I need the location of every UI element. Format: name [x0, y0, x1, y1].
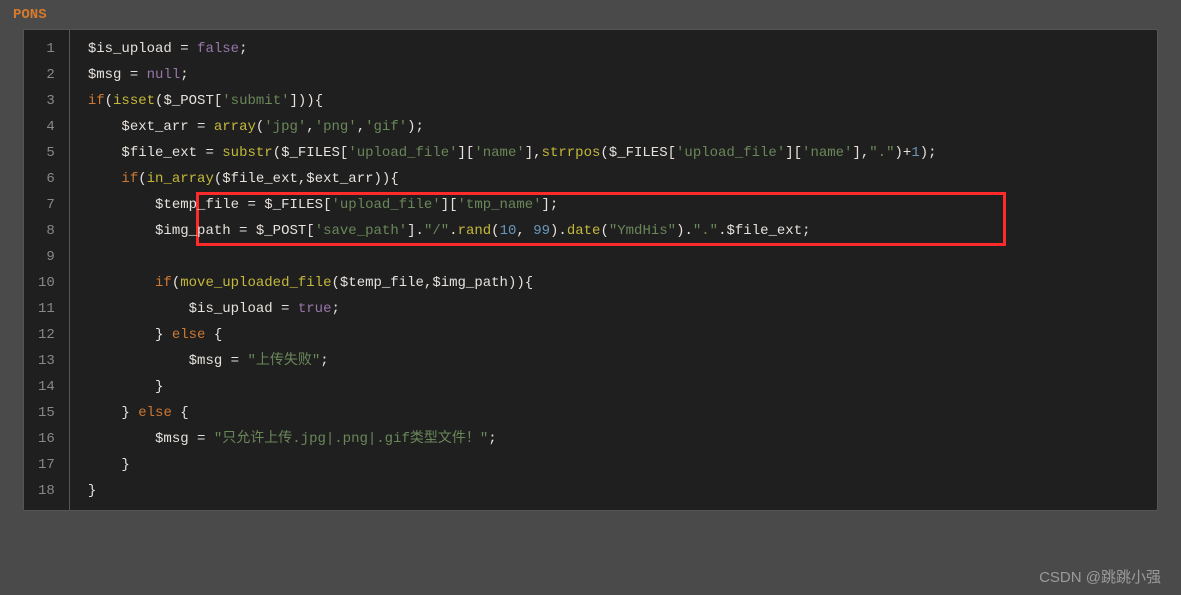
code-line: $file_ext = substr($_FILES['upload_file'… — [70, 140, 1157, 166]
code-area: $is_upload = false;$msg = null;if(isset(… — [70, 30, 1157, 510]
line-number: 16 — [24, 426, 69, 452]
line-number: 7 — [24, 192, 69, 218]
line-number: 13 — [24, 348, 69, 374]
line-number: 9 — [24, 244, 69, 270]
code-line: $img_path = $_POST['save_path']."/".rand… — [70, 218, 1157, 244]
code-line: if(move_uploaded_file($temp_file,$img_pa… — [70, 270, 1157, 296]
page-title: PONS — [5, 5, 1176, 25]
line-number: 14 — [24, 374, 69, 400]
line-number: 3 — [24, 88, 69, 114]
code-line: } else { — [70, 322, 1157, 348]
code-line: $msg = "上传失败"; — [70, 348, 1157, 374]
line-number: 4 — [24, 114, 69, 140]
code-line: if(in_array($file_ext,$ext_arr)){ — [70, 166, 1157, 192]
code-line: $temp_file = $_FILES['upload_file']['tmp… — [70, 192, 1157, 218]
code-line: $is_upload = true; — [70, 296, 1157, 322]
line-number-gutter: 123456789101112131415161718 — [24, 30, 70, 510]
line-number: 12 — [24, 322, 69, 348]
code-line: } — [70, 374, 1157, 400]
code-line: $msg = null; — [70, 62, 1157, 88]
code-line: $ext_arr = array('jpg','png','gif'); — [70, 114, 1157, 140]
line-number: 6 — [24, 166, 69, 192]
code-line: if(isset($_POST['submit'])){ — [70, 88, 1157, 114]
code-line: } — [70, 452, 1157, 478]
line-number: 8 — [24, 218, 69, 244]
code-line — [70, 244, 1157, 270]
line-number: 10 — [24, 270, 69, 296]
code-line: $is_upload = false; — [70, 36, 1157, 62]
code-block: 123456789101112131415161718 $is_upload =… — [23, 29, 1158, 511]
line-number: 18 — [24, 478, 69, 504]
watermark: CSDN @跳跳小强 — [1039, 566, 1161, 587]
line-number: 17 — [24, 452, 69, 478]
code-line: } — [70, 478, 1157, 504]
line-number: 15 — [24, 400, 69, 426]
code-line: $msg = "只允许上传.jpg|.png|.gif类型文件！"; — [70, 426, 1157, 452]
line-number: 2 — [24, 62, 69, 88]
line-number: 5 — [24, 140, 69, 166]
line-number: 1 — [24, 36, 69, 62]
line-number: 11 — [24, 296, 69, 322]
code-line: } else { — [70, 400, 1157, 426]
